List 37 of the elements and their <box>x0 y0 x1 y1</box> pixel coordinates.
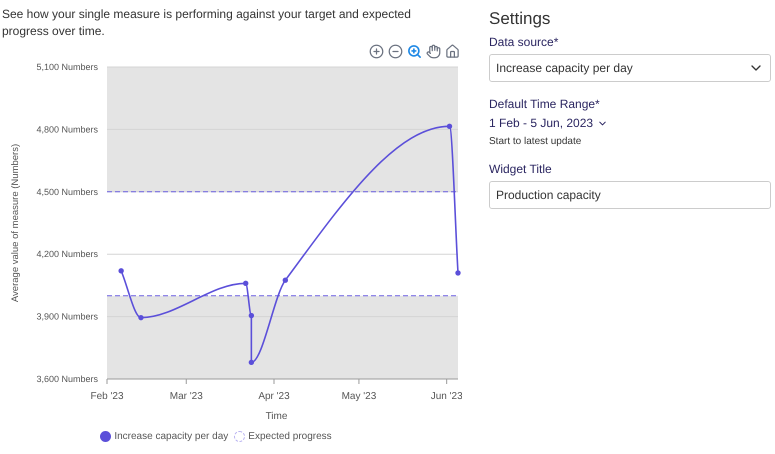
y-axis-title: Average value of measure (Numbers) <box>10 144 21 302</box>
data-point <box>248 360 254 366</box>
widget-title-field[interactable]: Production capacity <box>489 181 771 209</box>
x-axis-title: Time <box>266 411 288 422</box>
data-point <box>243 280 248 286</box>
time-range-dropdown[interactable]: 1 Feb - 5 Jun, 2023 <box>489 114 608 132</box>
y-tick-label: 5,100 Numbers <box>36 62 98 72</box>
description: See how your single measure is performing against your target and expected progress over time. <box>2 6 412 40</box>
time-range-hint: Start to latest update <box>489 135 582 149</box>
field-label: Widget Title <box>489 161 553 178</box>
data-point <box>248 312 254 318</box>
zoom-in-icon[interactable] <box>369 43 384 59</box>
data-source-dropdown[interactable]: Increase capacity per day <box>489 54 771 82</box>
data-point <box>138 314 144 320</box>
data-point <box>446 124 452 129</box>
y-tick-label: 4,800 Numbers <box>36 124 98 134</box>
x-tick-label: Feb '23 <box>90 391 124 402</box>
x-tick-label: Mar '23 <box>170 391 203 402</box>
hand-icon[interactable] <box>426 43 441 59</box>
field-label: Default Time Range* <box>489 96 601 113</box>
field-label: Data source* <box>489 34 560 51</box>
y-tick-label: 3,900 Numbers <box>36 312 98 322</box>
y-tick-label: 3,600 Numbers <box>36 374 98 384</box>
data-point <box>118 268 124 274</box>
x-tick-label: Apr '23 <box>258 391 290 402</box>
x-tick-label: May '23 <box>342 391 376 402</box>
x-tick-label: Jun '23 <box>430 391 462 402</box>
magnifier-icon[interactable] <box>407 43 422 59</box>
zoom-out-icon[interactable] <box>388 43 403 59</box>
legend-label: Increase capacity per day <box>114 430 228 444</box>
y-tick-label: 4,200 Numbers <box>36 249 98 260</box>
data-point <box>455 270 461 276</box>
y-tick-label: 4,500 Numbers <box>36 186 98 197</box>
legend-label: Expected progress <box>248 430 332 444</box>
data-point <box>282 278 288 283</box>
home-icon[interactable] <box>445 43 460 59</box>
settings-title: Settings <box>489 8 552 30</box>
